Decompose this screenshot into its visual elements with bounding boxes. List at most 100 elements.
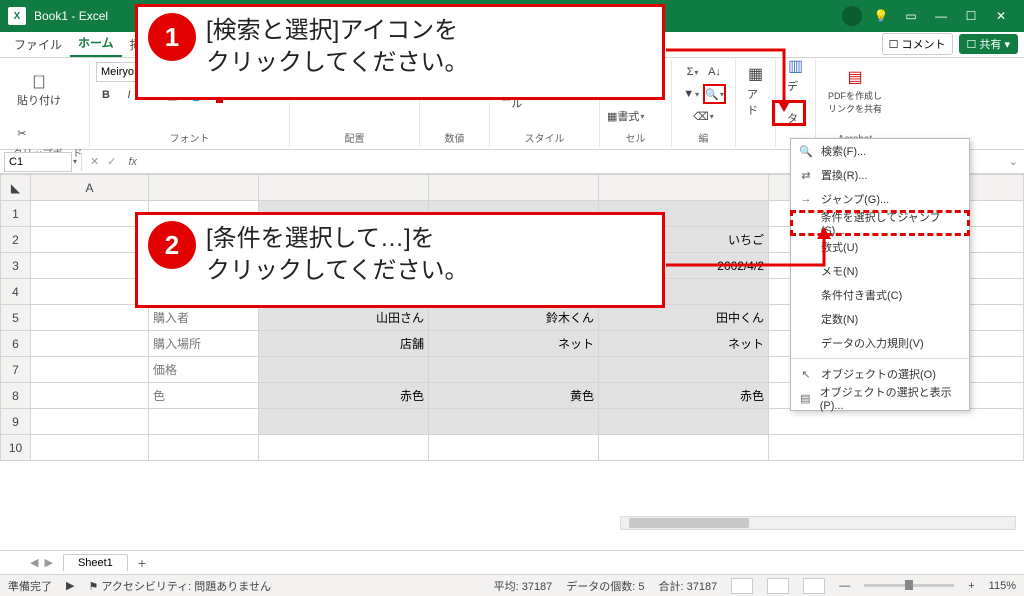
zoom-out-button[interactable]: —: [839, 580, 850, 592]
row-header-5[interactable]: 5: [1, 305, 31, 331]
format-cells-button[interactable]: ▦ 書式▾: [606, 106, 645, 126]
col-header-c[interactable]: [259, 175, 429, 201]
user-avatar[interactable]: [842, 6, 862, 26]
sheet-nav-next[interactable]: ▶: [44, 556, 52, 569]
callout-number-1: 1: [148, 13, 196, 61]
status-ready: 準備完了: [8, 578, 52, 594]
cell[interactable]: [599, 357, 769, 383]
menu-selection-pane[interactable]: ▤オブジェクトの選択と表示(P)...: [791, 386, 969, 410]
group-cell: セル: [606, 128, 665, 145]
format-label: 書式: [617, 108, 639, 124]
row-header-9[interactable]: 9: [1, 409, 31, 435]
cell[interactable]: 山田さん: [259, 305, 429, 331]
excel-icon: X: [8, 7, 26, 25]
horizontal-scrollbar[interactable]: [620, 516, 1016, 530]
row-header-10[interactable]: 10: [1, 435, 31, 461]
cancel-icon[interactable]: ✕: [90, 155, 99, 168]
expand-formula-icon[interactable]: ⌄: [1009, 155, 1018, 168]
col-header-e[interactable]: [599, 175, 769, 201]
pointer-icon: ↖: [799, 367, 813, 381]
callout-2: 2 [条件を選択して…]を クリックしてください。: [135, 212, 665, 308]
cell[interactable]: [429, 357, 599, 383]
cut-button[interactable]: ✂: [12, 123, 32, 143]
status-avg: 平均: 37187: [494, 578, 553, 594]
menu-constants[interactable]: 定数(N): [791, 307, 969, 331]
row-header-6[interactable]: 6: [1, 331, 31, 357]
menu-select-objects[interactable]: ↖オブジェクトの選択(O): [791, 362, 969, 386]
menu-goto[interactable]: →ジャンプ(G)...: [791, 187, 969, 211]
cell[interactable]: 価格: [149, 357, 259, 383]
clipboard-icon: [31, 74, 47, 90]
close-button[interactable]: ✕: [986, 2, 1016, 30]
bold-button[interactable]: B: [96, 85, 116, 105]
cell[interactable]: 黄色: [429, 383, 599, 409]
sheet-tab-bar: ◀ ▶ Sheet1 +: [0, 550, 1024, 574]
menu-condfmt[interactable]: 条件付き書式(C): [791, 283, 969, 307]
row-header-3[interactable]: 3: [1, 253, 31, 279]
lightbulb-icon[interactable]: 💡: [866, 2, 896, 30]
enter-icon[interactable]: ✓: [107, 155, 116, 168]
col-header-d[interactable]: [429, 175, 599, 201]
row-header-2[interactable]: 2: [1, 227, 31, 253]
view-break-button[interactable]: [803, 578, 825, 594]
callout-1: 1 [検索と選択]アイコンを クリックしてください。: [135, 4, 665, 100]
zoom-in-button[interactable]: +: [968, 580, 974, 592]
group-style: スタイル: [496, 128, 593, 145]
row-header-7[interactable]: 7: [1, 357, 31, 383]
add-sheet-button[interactable]: +: [138, 555, 146, 571]
view-layout-button[interactable]: [767, 578, 789, 594]
paste-label: 貼り付け: [17, 92, 61, 108]
sheet-tab[interactable]: Sheet1: [63, 554, 128, 571]
zoom-value[interactable]: 115%: [989, 580, 1016, 592]
ribbon-mode-icon[interactable]: ▭: [896, 2, 926, 30]
menu-find[interactable]: 🔍検索(F)...: [791, 139, 969, 163]
cell[interactable]: 赤色: [259, 383, 429, 409]
sheet-nav-prev[interactable]: ◀: [30, 556, 38, 569]
row-header-8[interactable]: 8: [1, 383, 31, 409]
pdf-label: PDFを作成し リンクを共有: [828, 89, 882, 115]
fx-icon[interactable]: fx: [128, 156, 137, 168]
minimize-button[interactable]: —: [926, 2, 956, 30]
comments-button[interactable]: ☐ コメント: [882, 33, 953, 55]
macro-icon[interactable]: ▶: [66, 579, 74, 592]
view-normal-button[interactable]: [731, 578, 753, 594]
callout-text-1: [検索と選択]アイコンを クリックしてください。: [206, 7, 481, 88]
name-box[interactable]: [4, 152, 72, 172]
cell[interactable]: [259, 357, 429, 383]
zoom-slider[interactable]: [864, 584, 954, 587]
tab-file[interactable]: ファイル: [6, 32, 70, 57]
highlight-find-button: [772, 100, 806, 126]
replace-icon: ⇄: [799, 168, 813, 182]
select-all-corner[interactable]: ◣: [1, 175, 31, 201]
cell[interactable]: ネット: [429, 331, 599, 357]
cell[interactable]: 購入場所: [149, 331, 259, 357]
cell[interactable]: 購入者: [149, 305, 259, 331]
menu-replace[interactable]: ⇄置換(R)...: [791, 163, 969, 187]
row-header-4[interactable]: 4: [1, 279, 31, 305]
status-bar: 準備完了 ▶ ⚑ アクセシビリティ: 問題ありません 平均: 37187 データ…: [0, 574, 1024, 596]
document-title: Book1 - Excel: [34, 9, 108, 23]
cell[interactable]: 色: [149, 383, 259, 409]
cell[interactable]: 田中くん: [599, 305, 769, 331]
tab-home[interactable]: ホーム: [70, 30, 122, 57]
comments-label: コメント: [902, 39, 946, 51]
status-count: データの個数: 5: [566, 578, 644, 594]
pdf-button[interactable]: ▤ PDFを作成し リンクを共有: [822, 62, 888, 120]
col-header-a[interactable]: A: [31, 175, 149, 201]
cell[interactable]: 鈴木くん: [429, 305, 599, 331]
group-number: 数値: [426, 128, 483, 145]
share-button[interactable]: ☐ 共有 ▾: [959, 34, 1019, 54]
accessibility-status[interactable]: ⚑ アクセシビリティ: 問題ありません: [88, 578, 271, 594]
maximize-button[interactable]: ☐: [956, 2, 986, 30]
pane-icon: ▤: [799, 391, 812, 405]
paste-button[interactable]: 貼り付け: [12, 62, 66, 120]
col-header-b[interactable]: [149, 175, 259, 201]
cell[interactable]: ネット: [599, 331, 769, 357]
callout-text-2: [条件を選択して…]を クリックしてください。: [206, 215, 481, 296]
menu-validation[interactable]: データの入力規則(V): [791, 331, 969, 355]
arrow-2: [664, 225, 844, 285]
cell[interactable]: 店舗: [259, 331, 429, 357]
share-label: 共有: [979, 39, 1001, 51]
cell[interactable]: 赤色: [599, 383, 769, 409]
row-header-1[interactable]: 1: [1, 201, 31, 227]
